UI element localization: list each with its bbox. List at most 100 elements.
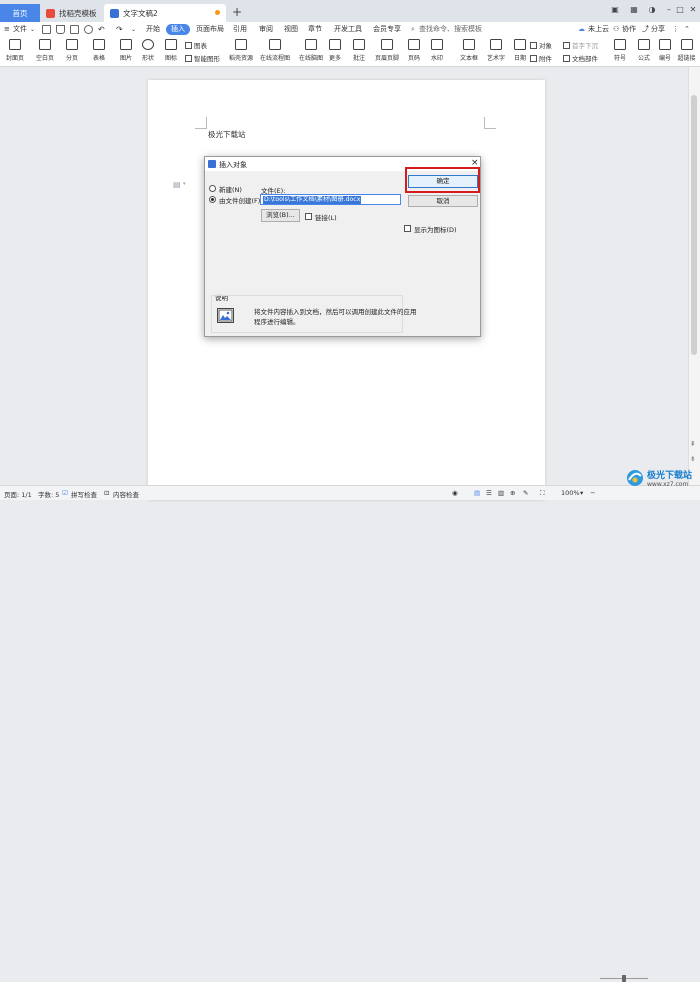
icons-label: 图标 — [165, 54, 177, 62]
menu-insert[interactable]: 插入 — [166, 24, 190, 35]
paragraph-handle-icon[interactable]: ▤ — [173, 180, 181, 189]
grid-view-icon[interactable]: ▦ — [627, 4, 641, 16]
export-icon[interactable] — [56, 25, 65, 34]
doc-parts-button[interactable]: 文档部件 — [563, 54, 598, 64]
fullscreen-icon[interactable]: ⛶ — [540, 489, 545, 498]
outline-view-icon[interactable]: ☰ — [486, 489, 492, 497]
menu-file[interactable]: 文件 — [13, 24, 27, 35]
zoom-dropdown-chevron-icon[interactable]: ▾ — [580, 489, 583, 497]
link-checkbox-label[interactable]: 链接(L) — [315, 212, 337, 222]
more-icon — [329, 39, 341, 50]
undo-icon[interactable]: ↶ — [98, 24, 105, 35]
comment-button[interactable]: 批注 — [345, 39, 373, 66]
paragraph-handle-chevron-icon[interactable]: ▾ — [183, 181, 186, 187]
hyperlink-button[interactable]: 超链接 — [673, 39, 700, 66]
watermark-button[interactable]: 水印 — [423, 39, 451, 66]
watermark-url: www.xz7.com — [647, 481, 689, 488]
collapse-ribbon-icon[interactable]: ⌃ — [684, 24, 690, 35]
icons-button[interactable]: 图标 — [157, 39, 185, 66]
write-view-icon[interactable]: ✎ — [523, 489, 528, 497]
browse-button[interactable]: 浏览(B)... — [261, 209, 300, 222]
scroll-up-page-icon[interactable]: ⇞ — [690, 440, 696, 448]
page-count[interactable]: 页面: 1/1 — [4, 489, 32, 499]
doc-parts-icon — [563, 55, 570, 62]
spell-check-toggle[interactable]: 拼写检查 — [71, 489, 97, 499]
smart-art-button[interactable]: 智能图形 — [185, 54, 220, 64]
zoom-slider-thumb[interactable] — [622, 975, 626, 982]
zoom-out-icon[interactable]: − — [590, 489, 595, 497]
display-as-icon-checkbox[interactable] — [404, 225, 411, 232]
print-icon[interactable] — [70, 25, 79, 34]
preview-icon[interactable] — [84, 25, 93, 34]
file-dropdown-chevron-icon[interactable]: ⌄ — [30, 24, 35, 35]
tab-document[interactable]: 文字文稿2 — [104, 4, 226, 22]
page-number-icon — [408, 39, 420, 50]
cancel-button[interactable]: 取消 — [408, 195, 478, 207]
menu-start[interactable]: 开始 — [146, 24, 160, 35]
online-flowchart-label: 在线流程图 — [260, 54, 290, 62]
radio-create-new[interactable] — [209, 185, 216, 192]
description-line-2: 程序进行编辑。 — [254, 318, 300, 326]
display-as-icon-label[interactable]: 显示为图标(D) — [414, 224, 457, 234]
docer-resource-label: 稻壳资源 — [229, 54, 253, 62]
eye-protection-icon[interactable]: ◉ — [452, 489, 458, 497]
chart-button[interactable]: 图表 — [185, 41, 207, 51]
menu-view[interactable]: 视图 — [284, 24, 298, 35]
quick-access-chevron-icon[interactable]: ⌄ — [131, 24, 136, 35]
chart-label: 图表 — [194, 42, 207, 50]
maximize-icon[interactable]: □ — [673, 4, 687, 16]
unsaved-dot-icon — [215, 10, 220, 15]
radio-from-file[interactable] — [209, 196, 216, 203]
hamburger-menu-icon[interactable]: ≡ — [4, 24, 10, 35]
tab-docer-label: 找稻壳模板 — [59, 8, 97, 18]
menu-developer[interactable]: 开发工具 — [334, 24, 362, 35]
table-icon — [93, 39, 105, 50]
menu-references[interactable]: 引用 — [233, 24, 247, 35]
numbering-icon — [659, 39, 671, 50]
collab-button[interactable]: 协作 — [622, 24, 636, 35]
reading-view-icon[interactable]: ▥ — [498, 489, 504, 497]
zoom-level[interactable]: 100% — [561, 489, 580, 497]
menu-review[interactable]: 审阅 — [259, 24, 273, 35]
menu-membership[interactable]: 会员专享 — [373, 24, 401, 35]
cover-page-button[interactable]: 封面页 — [1, 39, 29, 66]
docer-resource-button[interactable]: 稻壳资源 — [227, 39, 255, 66]
file-path-input[interactable]: D:\tools\工作文档\素材\图册.docx — [260, 194, 401, 205]
attachment-button[interactable]: 附件 — [530, 54, 552, 64]
drop-cap-label: 首字下沉 — [572, 42, 598, 50]
close-window-icon[interactable]: ✕ — [686, 4, 700, 16]
save-icon[interactable] — [42, 25, 51, 34]
object-button[interactable]: 对象 — [530, 41, 552, 51]
drop-cap-button[interactable]: 首字下沉 — [563, 41, 598, 51]
menu-page-layout[interactable]: 页面布局 — [196, 24, 224, 35]
docer-resource-icon — [235, 39, 247, 50]
online-flowchart-button[interactable]: 在线流程图 — [260, 39, 290, 66]
attachment-icon — [530, 55, 537, 62]
user-avatar-icon[interactable]: ◑ — [645, 4, 659, 16]
layout-switch-icon[interactable]: ▣ — [608, 4, 622, 16]
tab-docer-templates[interactable]: 找稻壳模板 — [40, 4, 102, 22]
menu-chapter[interactable]: 章节 — [308, 24, 322, 35]
highlight-box — [405, 167, 480, 193]
new-tab-plus-icon[interactable]: + — [232, 5, 242, 19]
search-icon[interactable]: ⌕ — [411, 24, 415, 35]
page-view-icon[interactable]: ▤ — [474, 489, 480, 497]
word-count[interactable]: 字数: 5 — [38, 489, 59, 499]
radio-from-file-label[interactable]: 由文件创建(F) — [219, 195, 260, 205]
header-footer-icon — [381, 39, 393, 50]
cloud-status[interactable]: 未上云 — [588, 24, 609, 35]
share-button[interactable]: 分享 — [651, 24, 665, 35]
redo-icon[interactable]: ↷ — [116, 24, 123, 35]
content-check-button[interactable]: 内容检查 — [113, 489, 139, 499]
tab-home[interactable]: 首页 — [0, 4, 40, 22]
scroll-down-page-icon[interactable]: ⇟ — [690, 455, 696, 463]
content-check-icon: ⊡ — [104, 489, 110, 497]
document-body-text[interactable]: 极光下载站 — [208, 129, 246, 140]
vertical-scrollbar-thumb[interactable] — [691, 95, 697, 355]
web-view-icon[interactable]: ⊕ — [510, 489, 515, 497]
command-search-input[interactable]: 查找命令、搜索模板 — [419, 24, 482, 35]
dialog-app-icon — [208, 160, 216, 168]
link-checkbox[interactable] — [305, 213, 312, 220]
radio-create-new-label[interactable]: 新建(N) — [219, 184, 242, 194]
more-menu-icon[interactable]: ⋮ — [672, 24, 679, 35]
